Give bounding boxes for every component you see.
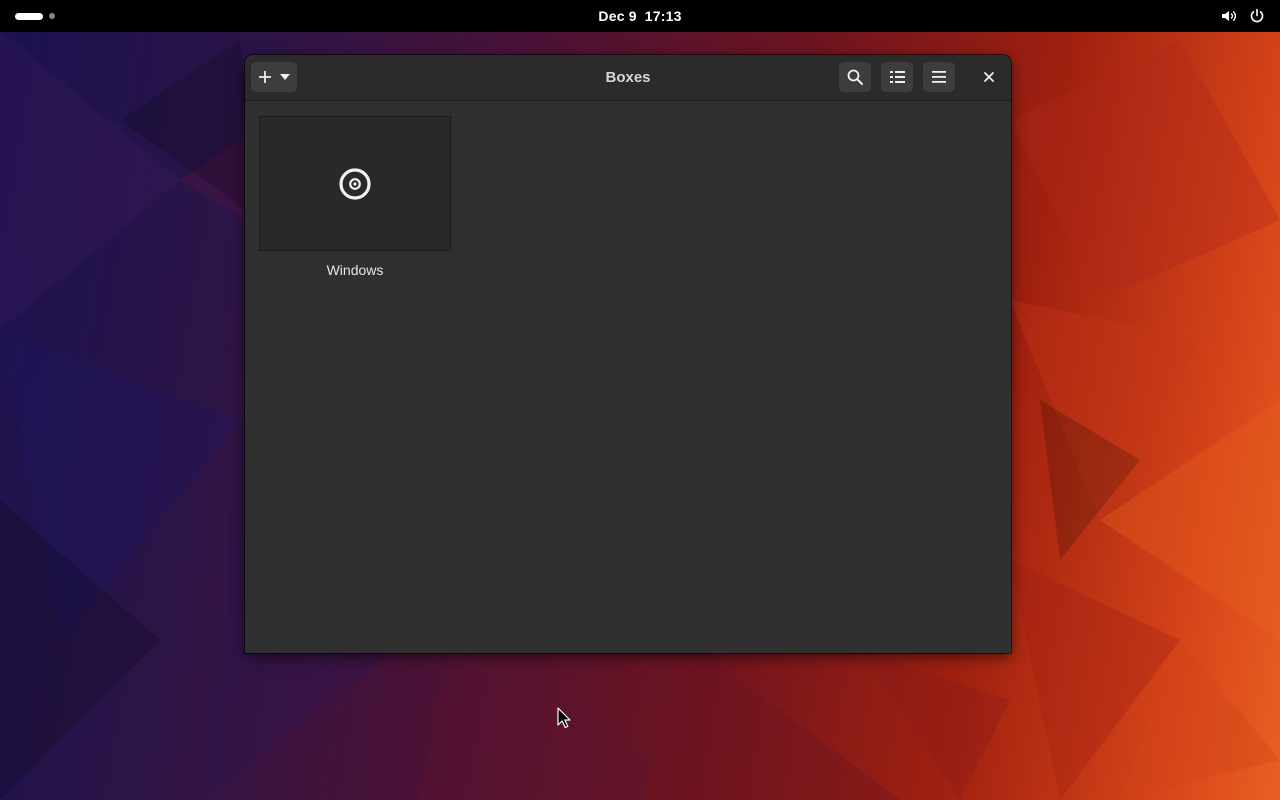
new-box-button[interactable] xyxy=(251,62,297,92)
list-view-icon xyxy=(889,70,905,84)
hamburger-menu-icon xyxy=(932,71,946,83)
box-name: Windows xyxy=(326,262,384,278)
clock-time: 17:13 xyxy=(644,8,682,24)
close-button[interactable] xyxy=(976,64,1002,90)
clock[interactable]: Dec 9 17:13 xyxy=(0,0,1280,32)
search-icon xyxy=(847,69,863,85)
close-icon xyxy=(984,72,994,82)
top-bar: Dec 9 17:13 xyxy=(0,0,1280,32)
search-button[interactable] xyxy=(839,62,871,92)
boxes-collection-view: Windows xyxy=(245,101,1011,653)
volume-icon xyxy=(1220,7,1238,25)
box-thumbnail[interactable] xyxy=(259,116,451,251)
box-item[interactable]: Windows xyxy=(259,116,451,278)
disc-icon xyxy=(338,167,372,201)
mouse-pointer-icon xyxy=(557,707,571,733)
boxes-window: Boxes Windows xyxy=(245,55,1011,653)
chevron-down-icon xyxy=(280,74,290,80)
plus-icon xyxy=(258,70,272,84)
header-bar: Boxes xyxy=(245,55,1011,101)
view-toggle-button[interactable] xyxy=(881,62,913,92)
system-menu[interactable] xyxy=(1220,6,1266,26)
main-menu-button[interactable] xyxy=(923,62,955,92)
power-icon xyxy=(1248,7,1266,25)
clock-date: Dec 9 xyxy=(598,8,637,24)
